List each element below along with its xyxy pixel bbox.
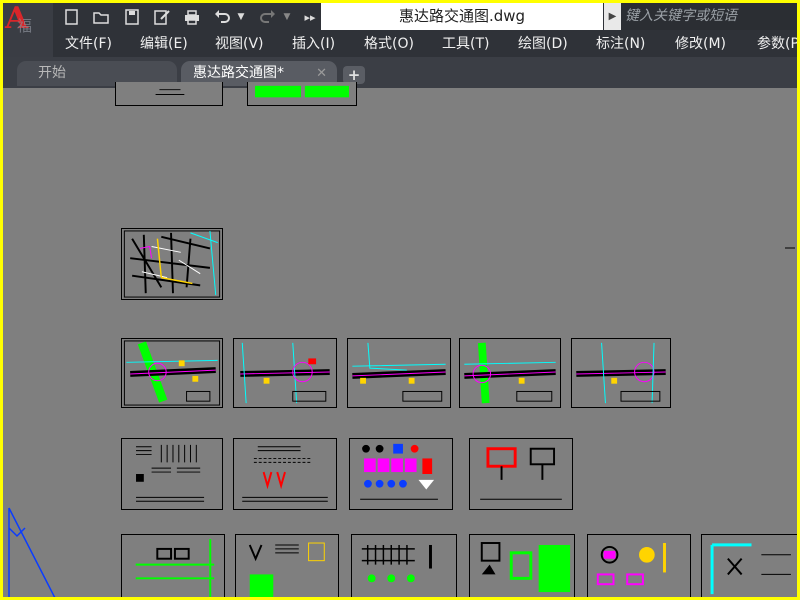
- redo-icon[interactable]: [257, 6, 279, 28]
- sheet-bottom-1: [121, 534, 225, 597]
- menu-bar: 文件(F) 编辑(E) 视图(V) 插入(I) 格式(O) 工具(T) 绘图(D…: [53, 32, 797, 57]
- watermark-logo: 福: [17, 17, 33, 35]
- sheet-offscreen-left: [8, 507, 56, 597]
- menu-modify[interactable]: 修改(M): [675, 32, 726, 57]
- open-icon[interactable]: [90, 6, 112, 28]
- menu-view[interactable]: 视图(V): [215, 32, 264, 57]
- redo-dropdown-icon[interactable]: ▼: [281, 6, 293, 28]
- chevron-right-icon[interactable]: ▶: [604, 3, 621, 30]
- application-menu-button[interactable]: A 福: [3, 3, 53, 57]
- sheet-bottom-3: [351, 534, 457, 597]
- sheet-road-plan-1: [121, 338, 223, 408]
- sheet-partial-1: [115, 82, 223, 106]
- menu-dimension[interactable]: 标注(N): [596, 32, 645, 57]
- sheet-road-plan-3: [347, 338, 451, 408]
- sheet-detail-4: [469, 438, 573, 510]
- undo-icon[interactable]: [211, 6, 233, 28]
- sheet-bottom-5: [587, 534, 691, 597]
- sheet-partial-2: [247, 82, 357, 106]
- sheet-road-plan-4: [459, 338, 561, 408]
- sheet-road-plan-2: [233, 338, 337, 408]
- tab-drawing-label: 惠达路交通图*: [193, 65, 284, 81]
- sheet-bottom-2: [235, 534, 339, 597]
- menu-draw[interactable]: 绘图(D): [518, 32, 568, 57]
- document-title: 惠达路交通图.dwg: [321, 3, 603, 30]
- sheet-road-plan-5: [571, 338, 671, 408]
- menu-format[interactable]: 格式(O): [364, 32, 414, 57]
- new-icon[interactable]: [61, 6, 83, 28]
- menu-parameter[interactable]: 参数(P): [757, 32, 797, 57]
- title-bar: ▼ ▼ ▸▸ 惠达路交通图.dwg ▶ 键入关键字或短语: [3, 3, 797, 32]
- print-icon[interactable]: [181, 6, 203, 28]
- autocad-window: ▼ ▼ ▸▸ 惠达路交通图.dwg ▶ 键入关键字或短语 A 福 文件(F) 编…: [0, 0, 800, 600]
- save-icon[interactable]: [121, 6, 143, 28]
- sheet-bottom-6: [701, 534, 797, 597]
- search-input[interactable]: 键入关键字或短语: [621, 3, 797, 30]
- sheet-detail-2: [233, 438, 337, 510]
- menu-file[interactable]: 文件(F): [65, 32, 112, 57]
- sheet-offscreen-right: [785, 247, 795, 249]
- sheet-traffic-signs: [349, 438, 453, 510]
- menu-insert[interactable]: 插入(I): [292, 32, 335, 57]
- menu-edit[interactable]: 编辑(E): [140, 32, 188, 57]
- menu-tools[interactable]: 工具(T): [442, 32, 489, 57]
- drawing-canvas[interactable]: [3, 82, 797, 597]
- save-as-icon[interactable]: [151, 6, 173, 28]
- undo-dropdown-icon[interactable]: ▼: [235, 6, 247, 28]
- sheet-bottom-4: [469, 534, 575, 597]
- sheet-location-map: [121, 228, 223, 300]
- sheet-detail-1: [121, 438, 223, 510]
- more-icon[interactable]: ▸▸: [299, 6, 321, 28]
- tab-start-label: 开始: [38, 65, 66, 81]
